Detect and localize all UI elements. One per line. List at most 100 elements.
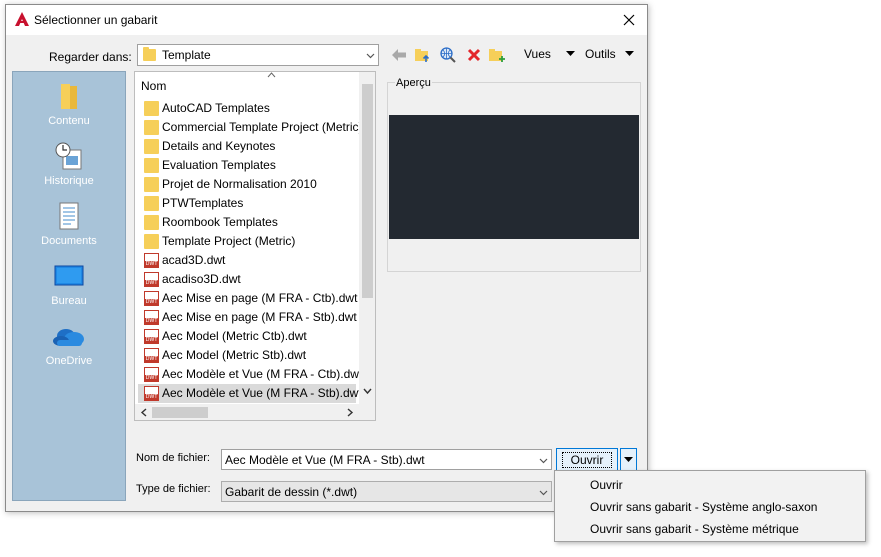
list-item[interactable]: Template Project (Metric) — [138, 232, 356, 251]
list-item[interactable]: PTWTemplates — [138, 194, 356, 213]
folder-icon — [144, 234, 159, 249]
list-item[interactable]: Aec Model (Metric Stb).dwt — [138, 346, 356, 365]
item-name: Commercial Template Project (Metric) — [162, 120, 363, 134]
list-item[interactable]: Commercial Template Project (Metric) — [138, 118, 363, 137]
folder-icon — [144, 215, 159, 230]
item-name: Details and Keynotes — [162, 139, 276, 153]
item-name: Projet de Normalisation 2010 — [162, 177, 317, 191]
tools-label: Outils — [585, 47, 616, 61]
dwt-file-icon — [144, 348, 159, 363]
item-name: Evaluation Templates — [162, 158, 276, 172]
list-item[interactable]: Aec Model (Metric Ctb).dwt — [138, 327, 356, 346]
list-item[interactable]: AutoCAD Templates — [138, 99, 356, 118]
place-historique[interactable]: Historique — [13, 142, 125, 187]
file-list: Nom AutoCAD Templates Commercial Templat… — [134, 71, 376, 421]
menu-item-open-metric[interactable]: Ouvrir sans gabarit - Système métrique — [590, 522, 799, 536]
back-button[interactable] — [390, 46, 408, 64]
dwt-file-icon — [144, 367, 159, 382]
folder-icon — [144, 139, 159, 154]
delete-button[interactable] — [465, 46, 483, 64]
place-label: Bureau — [51, 295, 87, 307]
list-item[interactable]: Aec Mise en page (M FRA - Stb).dwt — [138, 308, 357, 327]
item-name: Aec Mise en page (M FRA - Stb).dwt — [162, 310, 357, 324]
close-button[interactable] — [612, 7, 646, 33]
tools-dropdown-icon[interactable] — [625, 51, 634, 57]
dwt-file-icon — [144, 272, 159, 287]
list-item[interactable]: Aec Mise en page (M FRA - Ctb).dwt — [138, 289, 358, 308]
item-name: PTWTemplates — [162, 196, 244, 210]
filename-field[interactable]: Aec Modèle et Vue (M FRA - Stb).dwt — [221, 449, 552, 470]
dwt-file-icon — [144, 253, 159, 268]
scrollbar-thumb[interactable] — [152, 407, 208, 418]
autocad-logo-icon — [15, 12, 29, 26]
item-name: acadiso3D.dwt — [162, 272, 241, 286]
select-template-dialog: Sélectionner un gabarit Regarder dans: T… — [5, 4, 648, 512]
open-button-label: Ouvrir — [561, 451, 613, 468]
list-item[interactable]: Projet de Normalisation 2010 — [138, 175, 356, 194]
menu-item-open-imperial[interactable]: Ouvrir sans gabarit - Système anglo-saxo… — [590, 500, 817, 514]
filetype-dropdown[interactable]: Gabarit de dessin (*.dwt) — [221, 481, 552, 502]
globe-search-icon — [440, 47, 456, 63]
views-menu[interactable]: Vues — [524, 47, 551, 61]
desktop-icon — [54, 265, 84, 286]
folder-up-icon — [415, 49, 430, 62]
lookin-label: Regarder dans: — [49, 50, 132, 64]
menu-item-open[interactable]: Ouvrir — [590, 478, 623, 492]
new-folder-button[interactable] — [488, 46, 506, 64]
column-header-name[interactable]: Nom — [141, 79, 166, 93]
preview-label: Aperçu — [395, 77, 432, 89]
folder-icon — [144, 120, 159, 135]
horizontal-scrollbar[interactable] — [135, 404, 375, 420]
list-item[interactable]: acad3D.dwt — [138, 251, 356, 270]
dwt-file-icon — [144, 329, 159, 344]
item-name: Template Project (Metric) — [162, 234, 296, 248]
tools-menu[interactable]: Outils — [585, 47, 616, 61]
chevron-down-icon — [366, 53, 375, 59]
place-onedrive[interactable]: OneDrive — [13, 322, 125, 367]
place-label: Historique — [44, 175, 94, 187]
back-arrow-icon — [392, 49, 406, 61]
place-label: Documents — [41, 235, 97, 247]
scroll-left-icon[interactable] — [140, 408, 147, 417]
scroll-down-icon[interactable] — [363, 388, 372, 395]
list-item[interactable]: acadiso3D.dwt — [138, 270, 356, 289]
list-item[interactable]: Aec Modèle et Vue (M FRA - Ctb).dwt — [138, 365, 362, 384]
folder-icon — [144, 196, 159, 211]
search-web-button[interactable] — [439, 46, 457, 64]
chevron-down-icon — [539, 490, 548, 496]
cloud-icon — [53, 329, 84, 346]
vertical-scrollbar[interactable] — [359, 72, 375, 404]
item-name: Aec Modèle et Vue (M FRA - Ctb).dwt — [162, 367, 363, 381]
dwt-file-icon — [144, 386, 159, 401]
item-name: Aec Model (Metric Ctb).dwt — [162, 329, 307, 343]
history-icon — [55, 142, 82, 170]
folder-icon — [144, 177, 159, 192]
title-bar: Sélectionner un gabarit — [6, 5, 647, 35]
scroll-right-icon[interactable] — [347, 408, 354, 417]
open-options-button[interactable] — [620, 448, 637, 471]
lookin-value: Template — [162, 48, 211, 62]
folder-icon — [61, 84, 77, 109]
place-documents[interactable]: Documents — [13, 202, 125, 247]
place-bureau[interactable]: Bureau — [13, 262, 125, 307]
list-item[interactable]: Roombook Templates — [138, 213, 356, 232]
views-dropdown-icon[interactable] — [566, 51, 575, 57]
folder-icon — [143, 47, 156, 61]
lookin-dropdown[interactable]: Template — [137, 44, 379, 66]
scrollbar-thumb[interactable] — [362, 84, 373, 298]
dwt-file-icon — [144, 291, 159, 306]
open-button[interactable]: Ouvrir — [556, 448, 618, 471]
list-item[interactable]: Details and Keynotes — [138, 137, 356, 156]
dropdown-arrow-icon — [624, 457, 633, 462]
up-folder-button[interactable] — [414, 46, 432, 64]
chevron-down-icon[interactable] — [539, 456, 548, 465]
item-name: acad3D.dwt — [162, 253, 226, 267]
list-item[interactable]: Evaluation Templates — [138, 156, 356, 175]
list-item-selected[interactable]: Aec Modèle et Vue (M FRA - Stb).dwt — [138, 384, 362, 403]
folder-icon — [144, 158, 159, 173]
item-name: Aec Mise en page (M FRA - Ctb).dwt — [162, 291, 358, 305]
place-label: Contenu — [48, 115, 90, 127]
place-contenu[interactable]: Contenu — [13, 82, 125, 127]
item-name: AutoCAD Templates — [162, 101, 270, 115]
item-name: Aec Modèle et Vue (M FRA - Stb).dwt — [162, 386, 362, 400]
